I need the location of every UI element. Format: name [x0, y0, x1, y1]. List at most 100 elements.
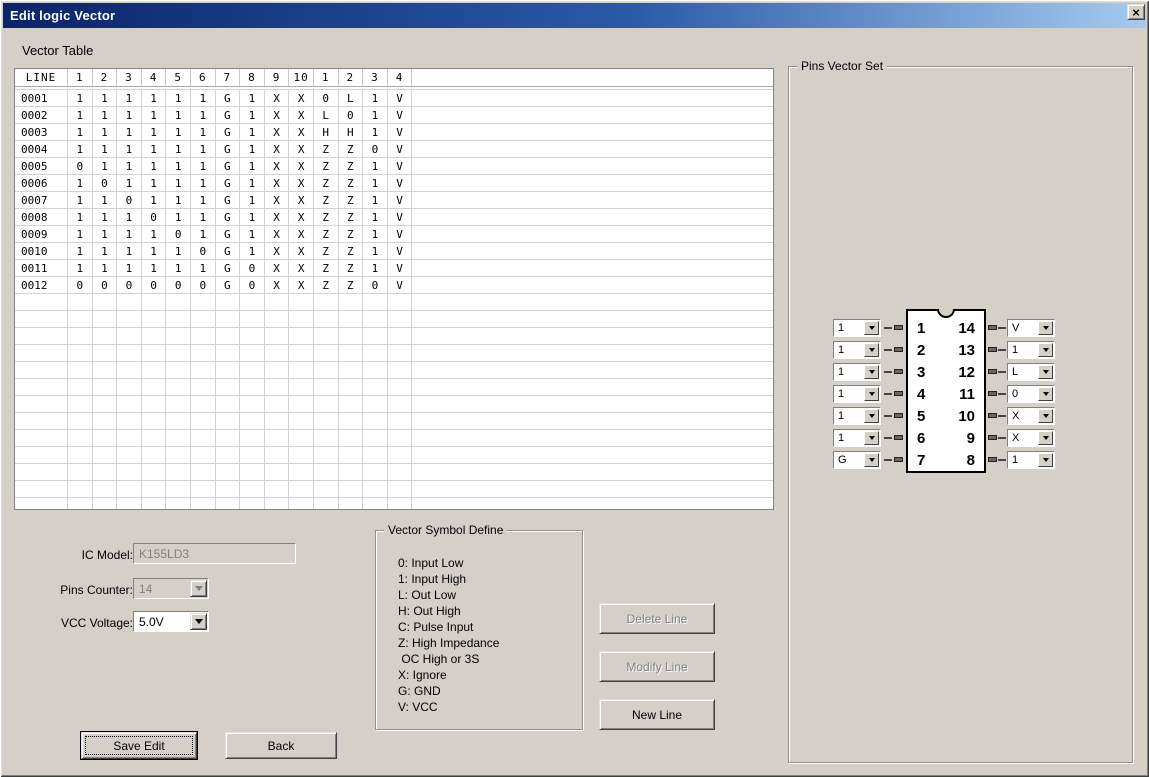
chevron-down-icon	[1038, 431, 1053, 445]
new-line-button[interactable]: New Line	[599, 699, 715, 730]
value-cell: 1	[190, 107, 216, 124]
value-cell: 1	[117, 158, 142, 175]
pin-4-vector-select[interactable]: 1	[833, 385, 881, 403]
value-cell: 1	[240, 141, 265, 158]
pin-8-vector-select[interactable]: 1	[1007, 451, 1055, 469]
pins-counter-value: 14	[139, 582, 153, 596]
line-cell: 0010	[15, 243, 68, 260]
value-cell: Z	[313, 158, 339, 175]
value-cell: X	[289, 107, 314, 124]
table-row[interactable]: 0010 1 1 1 1 1 0 G 1 X X Z Z 1 V	[15, 243, 773, 260]
value-cell: 1	[166, 124, 191, 141]
value-cell: 1	[117, 107, 142, 124]
pin-wire	[884, 327, 892, 329]
value-cell: 1	[68, 209, 93, 226]
table-row[interactable]: 0004 1 1 1 1 1 1 G 1 X X Z Z 0 V	[15, 141, 773, 158]
value-cell: 0	[240, 260, 265, 277]
table-empty-row	[15, 498, 773, 509]
table-row[interactable]: 0011 1 1 1 1 1 1 G 0 X X Z Z 1 V	[15, 260, 773, 277]
value-cell: X	[289, 141, 314, 158]
value-cell: G	[215, 158, 241, 175]
pin-1-vector-select[interactable]: 1	[833, 319, 881, 337]
save-edit-button[interactable]: Save Edit	[80, 731, 198, 760]
value-cell: V	[387, 175, 413, 192]
vcc-voltage-label: VCC Voltage:	[60, 616, 133, 630]
pin-7-vector-select[interactable]: G	[833, 451, 881, 469]
value-cell: 1	[240, 226, 265, 243]
pin-number: 9	[966, 429, 975, 447]
close-button[interactable]: ×	[1127, 4, 1145, 20]
value-cell: 1	[166, 141, 191, 158]
value-cell: X	[264, 158, 290, 175]
back-button[interactable]: Back	[225, 732, 337, 759]
pin-2-vector-select[interactable]: 1	[833, 341, 881, 359]
table-row[interactable]: 0005 0 1 1 1 1 1 G 1 X X Z Z 1 V	[15, 158, 773, 175]
pin-stub	[894, 347, 903, 352]
chip-pin-row: 69	[908, 427, 984, 449]
value-cell: X	[289, 175, 314, 192]
value-cell: 1	[190, 209, 216, 226]
pin-stub	[988, 369, 997, 374]
pin-stub	[894, 435, 903, 440]
value-cell: 1	[166, 243, 191, 260]
header-cell: 7	[216, 69, 241, 86]
pin-5-vector-select[interactable]: 1	[833, 407, 881, 425]
value-cell: 1	[141, 226, 167, 243]
line-cell: 0005	[15, 158, 68, 175]
table-header-row: LINE 1 2 3 4 5 6 7 8 9 10 1 2 3 4	[15, 69, 773, 87]
header-cell: 9	[265, 69, 290, 86]
table-row[interactable]: 0007 1 1 0 1 1 1 G 1 X X Z Z 1 V	[15, 192, 773, 209]
value-cell: 1	[117, 141, 142, 158]
vector-symbol-define-title: Vector Symbol Define	[384, 523, 508, 537]
value-cell: Z	[313, 226, 339, 243]
vcc-voltage-select[interactable]: 5.0V	[133, 611, 209, 632]
table-row[interactable]: 0008 1 1 1 0 1 1 G 1 X X Z Z 1 V	[15, 209, 773, 226]
table-empty-row	[15, 345, 773, 362]
chip-pin-row: 2 13	[908, 339, 984, 361]
value-cell: 1	[240, 90, 265, 107]
value-cell: X	[289, 243, 314, 260]
pin-14-vector-select[interactable]: V	[1007, 319, 1055, 337]
chevron-down-icon	[864, 409, 879, 423]
chip-pin-row: 4 11	[908, 383, 984, 405]
value-cell: 1	[190, 158, 216, 175]
pin-wire	[884, 415, 892, 417]
symbol-line: V: VCC	[398, 700, 438, 714]
value-cell: 1	[363, 226, 388, 243]
value-cell: 1	[92, 141, 118, 158]
pin-stub	[988, 435, 997, 440]
value-cell: 1	[240, 209, 265, 226]
pin-vector-value: 1	[838, 366, 845, 378]
pin-vector-value: 1	[838, 410, 845, 422]
delete-line-button: Delete Line	[599, 603, 715, 634]
table-row[interactable]: 0012 0 0 0 0 0 0 G 0 X X Z Z 0 V	[15, 277, 773, 294]
pin-9-vector-select[interactable]: X	[1007, 429, 1055, 447]
pin-12-vector-select[interactable]: L	[1007, 363, 1055, 381]
pin-3-vector-select[interactable]: 1	[833, 363, 881, 381]
value-cell: Z	[313, 175, 339, 192]
value-cell: X	[264, 107, 290, 124]
value-cell: Z	[313, 192, 339, 209]
chevron-down-icon	[1038, 343, 1053, 357]
value-cell: 1	[141, 260, 167, 277]
header-cell: 10	[289, 69, 314, 86]
pin-13-vector-select[interactable]: 1	[1007, 341, 1055, 359]
value-cell: 1	[141, 141, 167, 158]
value-cell: 1	[92, 124, 118, 141]
table-row[interactable]: 0003 1 1 1 1 1 1 G 1 X X H H 1 V	[15, 124, 773, 141]
table-row[interactable]: 0002 1 1 1 1 1 1 G 1 X X L 0 1 V	[15, 107, 773, 124]
table-row[interactable]: 0001 1 1 1 1 1 1 G 1 X X 0 L 1 V	[15, 90, 773, 107]
value-cell: G	[215, 175, 241, 192]
pin-11-vector-select[interactable]: 0	[1007, 385, 1055, 403]
value-cell: 1	[166, 158, 191, 175]
pin-6-vector-select[interactable]: 1	[833, 429, 881, 447]
table-row[interactable]: 0006 1 0 1 1 1 1 G 1 X X Z Z 1 V	[15, 175, 773, 192]
value-cell: 1	[68, 243, 93, 260]
pin-10-vector-select[interactable]: X	[1007, 407, 1055, 425]
value-cell: X	[264, 192, 290, 209]
table-row[interactable]: 0009 1 1 1 1 0 1 G 1 X X Z Z 1 V	[15, 226, 773, 243]
value-cell: V	[387, 90, 413, 107]
value-cell: X	[289, 124, 314, 141]
value-cell: 1	[363, 158, 388, 175]
value-cell: 0	[141, 277, 167, 294]
